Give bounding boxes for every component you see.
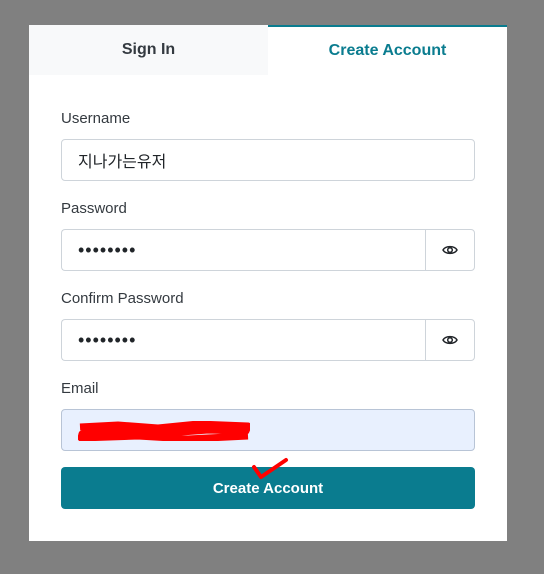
create-account-button[interactable]: Create Account (61, 458, 475, 509)
tab-create-account[interactable]: Create Account (268, 25, 507, 75)
eye-icon (442, 335, 458, 345)
confirm-password-input[interactable]: •••••••• (61, 319, 425, 361)
username-input[interactable]: 지나가는유저 (61, 139, 475, 181)
username-label: Username (61, 110, 131, 127)
password-visibility-toggle[interactable] (425, 229, 475, 271)
email-input[interactable] (61, 409, 475, 451)
confirm-password-label: Confirm Password (61, 290, 184, 307)
eye-icon (442, 245, 458, 255)
tab-bar: Sign In Create Account (29, 25, 507, 75)
tab-sign-in[interactable]: Sign In (29, 25, 268, 75)
redaction-scribble (78, 421, 250, 441)
email-label: Email (61, 380, 99, 397)
password-input[interactable]: •••••••• (61, 229, 425, 271)
password-label: Password (61, 200, 127, 217)
create-account-dialog: Sign In Create Account Username 지나가는유저 P… (29, 25, 507, 541)
checkmark-annotation-icon (252, 458, 288, 479)
create-account-form: Username 지나가는유저 Password •••••••• Confir… (29, 109, 507, 509)
confirm-password-visibility-toggle[interactable] (425, 319, 475, 361)
